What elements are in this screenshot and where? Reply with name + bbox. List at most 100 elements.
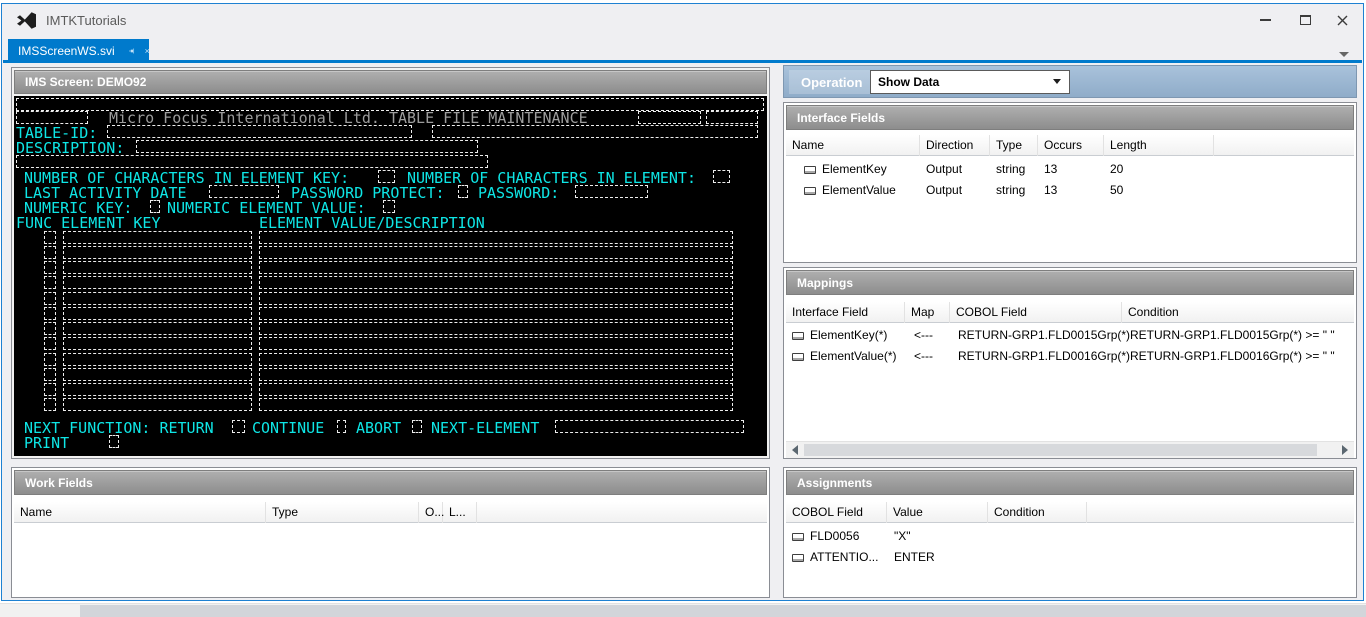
screen-field[interactable] [16,155,488,168]
column-header-direction[interactable]: Direction [920,135,990,156]
screen-field[interactable] [337,420,346,433]
screen-field-element-value[interactable] [259,398,733,411]
column-header-map[interactable]: Map [905,302,950,323]
screen-field-element-value[interactable] [259,246,733,259]
column-header-condition[interactable]: Condition [1122,302,1354,323]
screen-field[interactable] [713,170,730,183]
screen-field-func[interactable] [44,353,56,366]
screen-field-element-key[interactable] [63,246,252,259]
column-header-occurs[interactable]: O... [419,502,443,523]
horizontal-scrollbar[interactable] [786,441,1354,458]
operation-combobox[interactable]: Show Data [870,70,1070,94]
screen-field-func[interactable] [44,322,56,335]
close-button[interactable] [1328,9,1356,31]
table-row[interactable]: FLD0056 "X" [786,526,1354,547]
label-element-value-description: ELEMENT VALUE/DESCRIPTION [259,216,485,231]
field-icon [792,533,804,541]
screen-field[interactable] [555,420,744,433]
screen-field-func[interactable] [44,246,56,259]
screen-field-element-value[interactable] [259,322,733,335]
label-password: PASSWORD: [478,186,559,201]
screen-field-element-key[interactable] [63,398,252,411]
screen-field-element-key[interactable] [63,307,252,320]
screen-field-func[interactable] [44,231,56,244]
screen-field-element-value[interactable] [259,276,733,289]
screen-field[interactable] [136,140,478,153]
screen-field-element-value[interactable] [259,337,733,350]
column-header-name[interactable]: Name [786,135,920,156]
scroll-left-icon[interactable] [792,445,798,455]
table-row[interactable]: ATTENTIO... ENTER [786,547,1354,568]
screen-field[interactable] [706,111,758,124]
screen-field[interactable] [107,125,412,138]
screen-field-element-key[interactable] [63,322,252,335]
screen-field-func[interactable] [44,292,56,305]
page-scrollbar-thumb[interactable] [80,605,1366,617]
combobox-dropdown-icon[interactable] [1053,79,1061,84]
table-row[interactable]: ElementKey Output string 13 20 [786,159,1354,180]
screen-field-element-key[interactable] [63,231,252,244]
screen-field-element-value[interactable] [259,261,733,274]
screen-field-element-key[interactable] [63,276,252,289]
cell-type: string [996,159,1025,180]
scroll-right-icon[interactable] [1342,445,1348,455]
screen-field-element-value[interactable] [259,368,733,381]
column-header-cobol-field[interactable]: COBOL Field [950,302,1122,323]
minimize-button[interactable] [1251,9,1279,31]
screen-field-element-key[interactable] [63,337,252,350]
screen-field-element-key[interactable] [63,368,252,381]
screen-field[interactable] [378,170,395,183]
column-header-occurs[interactable]: Occurs [1038,135,1104,156]
screen-field-func[interactable] [44,261,56,274]
column-header-interface-field[interactable]: Interface Field [786,302,905,323]
screen-field[interactable] [383,200,395,213]
screen-field-element-key[interactable] [63,292,252,305]
screen-field[interactable] [16,111,88,124]
column-header-cobol-field[interactable]: COBOL Field [786,502,887,523]
column-header-name[interactable]: Name [14,502,266,523]
screen-field[interactable] [109,435,119,448]
screen-field-func[interactable] [44,368,56,381]
screen-field-element-key[interactable] [63,261,252,274]
screen-field[interactable] [575,185,648,198]
pin-icon[interactable] [129,45,135,57]
screen-field[interactable] [232,420,245,433]
screen-field[interactable] [412,420,422,433]
table-row[interactable]: ElementValue Output string 13 50 [786,180,1354,201]
document-list-dropdown-icon[interactable] [1339,52,1349,57]
screen-field-func[interactable] [44,398,56,411]
screen-field-element-value[interactable] [259,231,733,244]
screen-field-func[interactable] [44,383,56,396]
label-print: PRINT [24,436,69,451]
ims-screen-title: IMS Screen: DEMO92 [25,75,146,89]
screen-field-func[interactable] [44,307,56,320]
tab-close-icon[interactable] [145,46,149,56]
column-header-length[interactable]: Length [1104,135,1214,156]
scrollbar-thumb[interactable] [804,444,1317,456]
column-header-type[interactable]: Type [990,135,1038,156]
column-header-condition[interactable]: Condition [988,502,1087,523]
page-horizontal-scrollbar[interactable] [0,603,1366,617]
column-header-type[interactable]: Type [266,502,419,523]
screen-field-element-key[interactable] [63,383,252,396]
work-fields-panel-header: Work Fields [14,470,767,495]
screen-field[interactable] [638,111,701,124]
window-title: IMTKTutorials [46,12,126,30]
screen-field-func[interactable] [44,276,56,289]
screen-field-element-value[interactable] [259,307,733,320]
screen-field-func[interactable] [44,337,56,350]
screen-field-element-value[interactable] [259,292,733,305]
column-header-length[interactable]: L... [443,502,477,523]
screen-field-element-value[interactable] [259,383,733,396]
column-header-value[interactable]: Value [887,502,988,523]
maximize-button[interactable] [1291,9,1319,31]
screen-field[interactable] [209,185,279,198]
label-continue: CONTINUE [252,421,324,436]
screen-field[interactable] [432,125,758,138]
screen-field[interactable] [458,185,468,198]
screen-field[interactable] [150,200,160,213]
screen-field-element-key[interactable] [63,353,252,366]
table-row[interactable]: ElementKey(*) <--- RETURN-GRP1.FLD0015Gr… [786,325,1354,346]
table-row[interactable]: ElementValue(*) <--- RETURN-GRP1.FLD0016… [786,346,1354,367]
screen-field-element-value[interactable] [259,353,733,366]
